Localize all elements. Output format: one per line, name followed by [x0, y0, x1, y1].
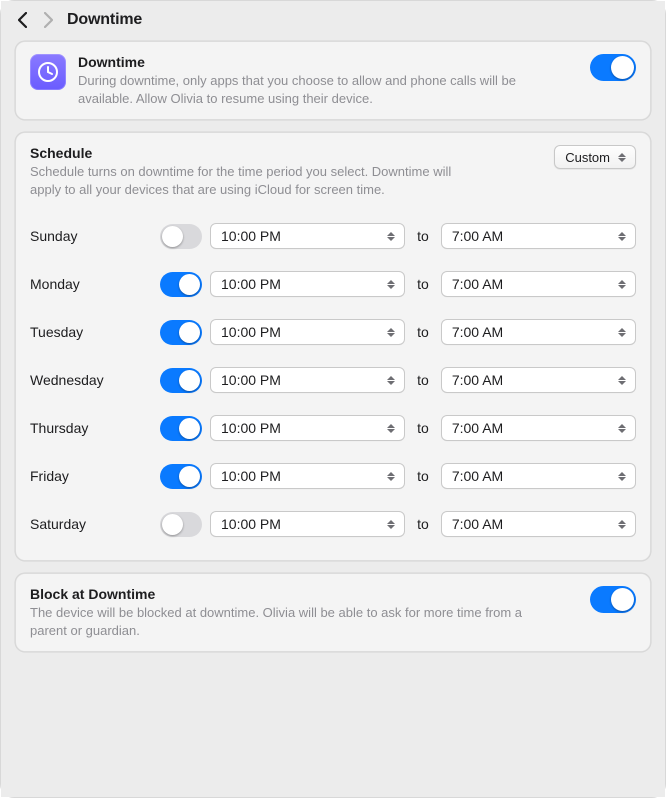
to-time-value: 7:00 AM — [452, 516, 503, 532]
schedule-text: Schedule Schedule turns on downtime for … — [30, 145, 544, 198]
downtime-toggle[interactable] — [590, 54, 636, 81]
day-toggle[interactable] — [160, 512, 202, 537]
from-time-value: 10:00 PM — [221, 324, 281, 340]
day-label: Monday — [30, 276, 160, 292]
schedule-card: Schedule Schedule turns on downtime for … — [15, 132, 651, 561]
to-time-field[interactable]: 7:00 AM — [441, 367, 636, 393]
from-time-field[interactable]: 10:00 PM — [210, 319, 405, 345]
to-time-field[interactable]: 7:00 AM — [441, 463, 636, 489]
back-button[interactable] — [17, 12, 27, 28]
schedule-mode-select[interactable]: Custom — [554, 145, 636, 169]
time-stepper-icon — [615, 420, 629, 436]
to-label: to — [415, 372, 431, 388]
schedule-title: Schedule — [30, 145, 544, 161]
from-time-value: 10:00 PM — [221, 228, 281, 244]
to-time-field[interactable]: 7:00 AM — [441, 511, 636, 537]
day-label: Tuesday — [30, 324, 160, 340]
day-row: Sunday 10:00 PM to 7:00 AM — [30, 212, 636, 260]
day-toggle[interactable] — [160, 416, 202, 441]
day-row: Monday 10:00 PM to 7:00 AM — [30, 260, 636, 308]
from-time-value: 10:00 PM — [221, 468, 281, 484]
to-label: to — [415, 420, 431, 436]
block-toggle[interactable] — [590, 586, 636, 613]
time-stepper-icon — [615, 372, 629, 388]
from-time-field[interactable]: 10:00 PM — [210, 367, 405, 393]
select-stepper-icon — [615, 149, 629, 165]
downtime-icon — [30, 54, 66, 90]
block-text: Block at Downtime The device will be blo… — [30, 586, 578, 639]
downtime-title: Downtime — [78, 54, 548, 70]
day-toggle[interactable] — [160, 224, 202, 249]
day-toggle[interactable] — [160, 368, 202, 393]
time-stepper-icon — [615, 276, 629, 292]
to-time-field[interactable]: 7:00 AM — [441, 319, 636, 345]
time-stepper-icon — [384, 468, 398, 484]
time-stepper-icon — [384, 228, 398, 244]
nav-group — [17, 12, 53, 28]
day-row: Friday 10:00 PM to 7:00 AM — [30, 452, 636, 500]
day-label: Friday — [30, 468, 160, 484]
chevron-right-icon — [44, 12, 53, 28]
from-time-field[interactable]: 10:00 PM — [210, 415, 405, 441]
block-title: Block at Downtime — [30, 586, 578, 602]
day-row: Tuesday 10:00 PM to 7:00 AM — [30, 308, 636, 356]
to-time-value: 7:00 AM — [452, 324, 503, 340]
settings-pane: Downtime Downtime During downtime, only … — [1, 1, 665, 797]
block-description: The device will be blocked at downtime. … — [30, 604, 550, 639]
from-time-field[interactable]: 10:00 PM — [210, 223, 405, 249]
day-row: Saturday 10:00 PM to 7:00 AM — [30, 500, 636, 548]
time-stepper-icon — [615, 468, 629, 484]
to-label: to — [415, 228, 431, 244]
time-stepper-icon — [384, 516, 398, 532]
to-time-value: 7:00 AM — [452, 228, 503, 244]
time-stepper-icon — [384, 372, 398, 388]
page-title: Downtime — [67, 11, 142, 29]
day-list: Sunday 10:00 PM to 7:00 AM Monday 10:00 … — [30, 212, 636, 548]
to-label: to — [415, 276, 431, 292]
header: Downtime — [15, 11, 651, 29]
time-stepper-icon — [384, 324, 398, 340]
to-time-field[interactable]: 7:00 AM — [441, 223, 636, 249]
downtime-text: Downtime During downtime, only apps that… — [78, 54, 548, 107]
to-label: to — [415, 516, 431, 532]
clock-icon — [36, 60, 60, 84]
day-row: Thursday 10:00 PM to 7:00 AM — [30, 404, 636, 452]
to-time-field[interactable]: 7:00 AM — [441, 415, 636, 441]
time-stepper-icon — [615, 228, 629, 244]
day-row: Wednesday 10:00 PM to 7:00 AM — [30, 356, 636, 404]
day-toggle[interactable] — [160, 320, 202, 345]
block-card: Block at Downtime The device will be blo… — [15, 573, 651, 652]
day-label: Saturday — [30, 516, 160, 532]
to-time-value: 7:00 AM — [452, 372, 503, 388]
to-time-value: 7:00 AM — [452, 276, 503, 292]
schedule-description: Schedule turns on downtime for the time … — [30, 163, 460, 198]
to-time-value: 7:00 AM — [452, 420, 503, 436]
downtime-description: During downtime, only apps that you choo… — [78, 72, 548, 107]
to-time-field[interactable]: 7:00 AM — [441, 271, 636, 297]
to-label: to — [415, 468, 431, 484]
to-time-value: 7:00 AM — [452, 468, 503, 484]
day-toggle[interactable] — [160, 272, 202, 297]
day-label: Sunday — [30, 228, 160, 244]
from-time-value: 10:00 PM — [221, 372, 281, 388]
from-time-value: 10:00 PM — [221, 276, 281, 292]
from-time-value: 10:00 PM — [221, 420, 281, 436]
chevron-left-icon — [18, 12, 27, 28]
time-stepper-icon — [615, 324, 629, 340]
day-label: Wednesday — [30, 372, 160, 388]
from-time-value: 10:00 PM — [221, 516, 281, 532]
downtime-card: Downtime During downtime, only apps that… — [15, 41, 651, 120]
time-stepper-icon — [384, 420, 398, 436]
from-time-field[interactable]: 10:00 PM — [210, 271, 405, 297]
day-toggle[interactable] — [160, 464, 202, 489]
from-time-field[interactable]: 10:00 PM — [210, 511, 405, 537]
time-stepper-icon — [384, 276, 398, 292]
day-label: Thursday — [30, 420, 160, 436]
to-label: to — [415, 324, 431, 340]
time-stepper-icon — [615, 516, 629, 532]
schedule-mode-value: Custom — [565, 150, 610, 165]
forward-button[interactable] — [43, 12, 53, 28]
from-time-field[interactable]: 10:00 PM — [210, 463, 405, 489]
